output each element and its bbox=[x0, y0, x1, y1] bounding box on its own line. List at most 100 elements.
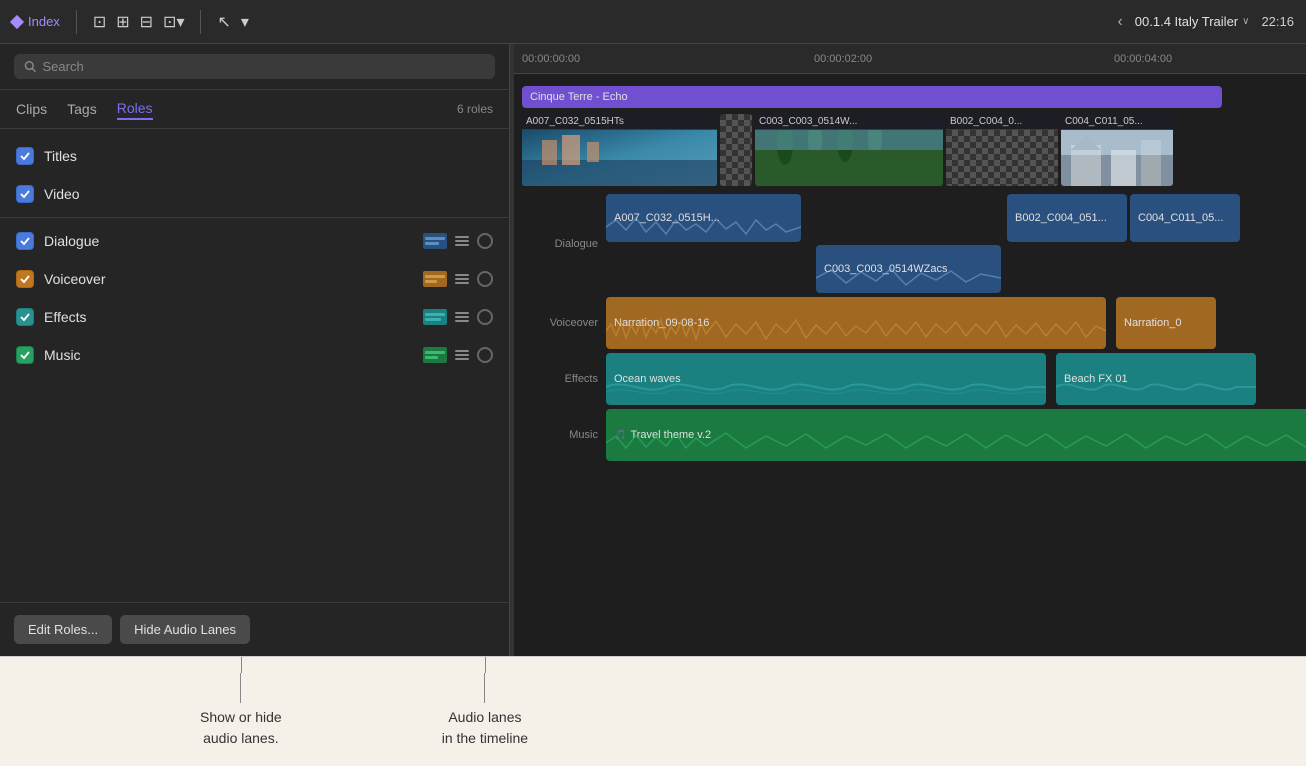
video-clip-5[interactable]: C004_C011_05... bbox=[1061, 114, 1173, 186]
audio-clip-vo1[interactable]: Narration_09-08-16 bbox=[606, 297, 1106, 349]
pointer-icon[interactable]: ↖ bbox=[217, 12, 230, 32]
audio-clip-e2[interactable]: Beach FX 01 bbox=[1056, 353, 1256, 405]
role-name-titles: Titles bbox=[44, 148, 493, 164]
lane-icon-dialogue[interactable] bbox=[423, 233, 447, 249]
role-name-voiceover: Voiceover bbox=[44, 271, 413, 287]
lines-icon-voiceover[interactable] bbox=[455, 274, 469, 284]
audio-clip-m1[interactable]: 🎵 Travel theme v.2 bbox=[606, 409, 1306, 461]
audio-clip-label-d3: B002_C004_051... bbox=[1015, 212, 1107, 224]
tab-clips[interactable]: Clips bbox=[16, 99, 47, 119]
role-item-voiceover[interactable]: Voiceover bbox=[0, 260, 509, 298]
role-item-dialogue[interactable]: Dialogue bbox=[0, 217, 509, 260]
role-icons-music bbox=[423, 347, 493, 363]
role-name-video: Video bbox=[44, 186, 493, 202]
time-display: 22:16 bbox=[1261, 14, 1294, 29]
toolbar-right: ‹ 00.1.4 Italy Trailer ∨ 22:16 bbox=[1117, 13, 1294, 31]
audio-tracks: Dialogue A007_C032_0515H... bbox=[526, 194, 1306, 465]
lane-icon-music[interactable] bbox=[423, 347, 447, 363]
video-clip-4[interactable]: B002_C004_0... bbox=[946, 114, 1058, 186]
audio-track-music: Music 🎵 Travel theme v.2 bbox=[526, 409, 1306, 461]
main-bar-label: Cinque Terre - Echo bbox=[530, 91, 628, 103]
checkbox-video[interactable] bbox=[16, 185, 34, 203]
toolbar-sep-2 bbox=[200, 10, 201, 34]
lane-icon-effects[interactable] bbox=[423, 309, 447, 325]
vo-gap bbox=[1109, 297, 1113, 349]
circle-icon-voiceover[interactable] bbox=[477, 271, 493, 287]
annotation-text-1: Show or hideaudio lanes. bbox=[200, 707, 282, 749]
project-title: 00.1.4 Italy Trailer ∨ bbox=[1135, 14, 1250, 29]
checkbox-dialogue[interactable] bbox=[16, 232, 34, 250]
left-panel: Clips Tags Roles 6 roles Titles Video bbox=[0, 44, 510, 656]
audio-clip-vo2[interactable]: Narration_0 bbox=[1116, 297, 1216, 349]
video-clip-label-1: A007_C032_0515HTs bbox=[522, 114, 717, 129]
tab-tags[interactable]: Tags bbox=[67, 99, 97, 119]
role-icons-effects bbox=[423, 309, 493, 325]
checkbox-titles[interactable] bbox=[16, 147, 34, 165]
video-clip-3[interactable]: C003_C003_0514W... bbox=[755, 114, 943, 186]
pointer-dropdown[interactable]: ▾ bbox=[241, 12, 249, 32]
top-toolbar: Index ⊡ ⊞ ⊟ ⊡▾ ↖ ▾ ‹ 00.1.4 Italy Traile… bbox=[0, 0, 1306, 44]
circle-icon-music[interactable] bbox=[477, 347, 493, 363]
back-button[interactable]: ‹ bbox=[1117, 13, 1122, 31]
monitor-icon-1[interactable]: ⊡ bbox=[93, 12, 106, 32]
circle-icon-effects[interactable] bbox=[477, 309, 493, 325]
audio-clip-e1[interactable]: Ocean waves bbox=[606, 353, 1046, 405]
edit-roles-button[interactable]: Edit Roles... bbox=[14, 615, 112, 644]
monitor-icon-2[interactable]: ⊞ bbox=[116, 12, 129, 32]
hide-audio-lanes-button[interactable]: Hide Audio Lanes bbox=[120, 615, 250, 644]
audio-label-effects: Effects bbox=[526, 373, 606, 385]
annotation-text-2: Audio lanesin the timeline bbox=[442, 707, 528, 749]
bottom-buttons: Edit Roles... Hide Audio Lanes bbox=[0, 602, 509, 656]
annotation-line-2 bbox=[484, 673, 485, 703]
search-input[interactable] bbox=[42, 59, 485, 74]
role-name-effects: Effects bbox=[44, 309, 413, 325]
main-layout: Clips Tags Roles 6 roles Titles Video bbox=[0, 44, 1306, 656]
lines-icon-music[interactable] bbox=[455, 350, 469, 360]
annotation-audio-lanes: Audio lanesin the timeline bbox=[442, 673, 528, 749]
index-button[interactable]: Index bbox=[12, 14, 60, 29]
audio-clip-label-vo2: Narration_0 bbox=[1124, 317, 1181, 329]
audio-clip-d2[interactable]: C003_C003_0514WZacs bbox=[816, 245, 1001, 293]
role-item-video[interactable]: Video bbox=[0, 175, 509, 213]
timeline-ruler: 00:00:00:00 00:00:02:00 00:00:04:00 bbox=[514, 44, 1306, 74]
tab-roles[interactable]: Roles bbox=[117, 98, 153, 120]
dialogue-gap bbox=[804, 194, 1004, 242]
audio-clip-d3[interactable]: B002_C004_051... bbox=[1007, 194, 1127, 242]
checkbox-voiceover[interactable] bbox=[16, 270, 34, 288]
monitor-icon-3[interactable]: ⊟ bbox=[140, 12, 153, 32]
circle-icon-dialogue[interactable] bbox=[477, 233, 493, 249]
audio-track-effects: Effects Ocean waves bbox=[526, 353, 1306, 405]
annotation-section: Show or hideaudio lanes. Audio lanesin t… bbox=[0, 656, 1306, 766]
main-video-bar[interactable]: Cinque Terre - Echo bbox=[522, 86, 1222, 108]
toolbar-view-icons: ⊡ ⊞ ⊟ ⊡▾ bbox=[93, 12, 185, 32]
project-chevron[interactable]: ∨ bbox=[1242, 16, 1249, 27]
timeline-panel: 00:00:00:00 00:00:02:00 00:00:04:00 Cinq… bbox=[514, 44, 1306, 656]
lines-icon-dialogue[interactable] bbox=[455, 236, 469, 246]
video-clip-gap[interactable] bbox=[720, 114, 752, 186]
monitor-dropdown[interactable]: ⊡▾ bbox=[163, 12, 184, 32]
audio-track-voiceover: Voiceover Narration_09-08-16 bbox=[526, 297, 1306, 349]
role-item-effects[interactable]: Effects bbox=[0, 298, 509, 336]
search-bar bbox=[0, 44, 509, 90]
lines-icon-effects[interactable] bbox=[455, 312, 469, 322]
checkbox-music[interactable] bbox=[16, 346, 34, 364]
video-clip-1[interactable]: A007_C032_0515HTs bbox=[522, 114, 717, 186]
role-item-music[interactable]: Music bbox=[0, 336, 509, 374]
video-clip-label-4: B002_C004_0... bbox=[946, 114, 1058, 129]
checkbox-effects[interactable] bbox=[16, 308, 34, 326]
lane-icon-voiceover[interactable] bbox=[423, 271, 447, 287]
audio-clips-music: 🎵 Travel theme v.2 bbox=[606, 409, 1306, 461]
search-input-wrap[interactable] bbox=[14, 54, 495, 79]
audio-track-dialogue: Dialogue A007_C032_0515H... bbox=[526, 194, 1306, 293]
audio-clip-d4[interactable]: C004_C011_05... bbox=[1130, 194, 1240, 242]
audio-clips-voiceover: Narration_09-08-16 Narration_0 bbox=[606, 297, 1306, 349]
ruler-mark-2: 00:00:04:00 bbox=[1114, 53, 1172, 65]
search-icon bbox=[24, 60, 36, 73]
audio-clip-label-d4: C004_C011_05... bbox=[1138, 212, 1223, 224]
audio-clip-d1[interactable]: A007_C032_0515H... bbox=[606, 194, 801, 242]
tabs-row: Clips Tags Roles 6 roles bbox=[0, 90, 509, 129]
role-icons-dialogue bbox=[423, 233, 493, 249]
toolbar-sep-1 bbox=[76, 10, 77, 34]
timeline-content: Cinque Terre - Echo A007_C032_0515HTs bbox=[514, 74, 1306, 656]
role-item-titles[interactable]: Titles bbox=[0, 137, 509, 175]
